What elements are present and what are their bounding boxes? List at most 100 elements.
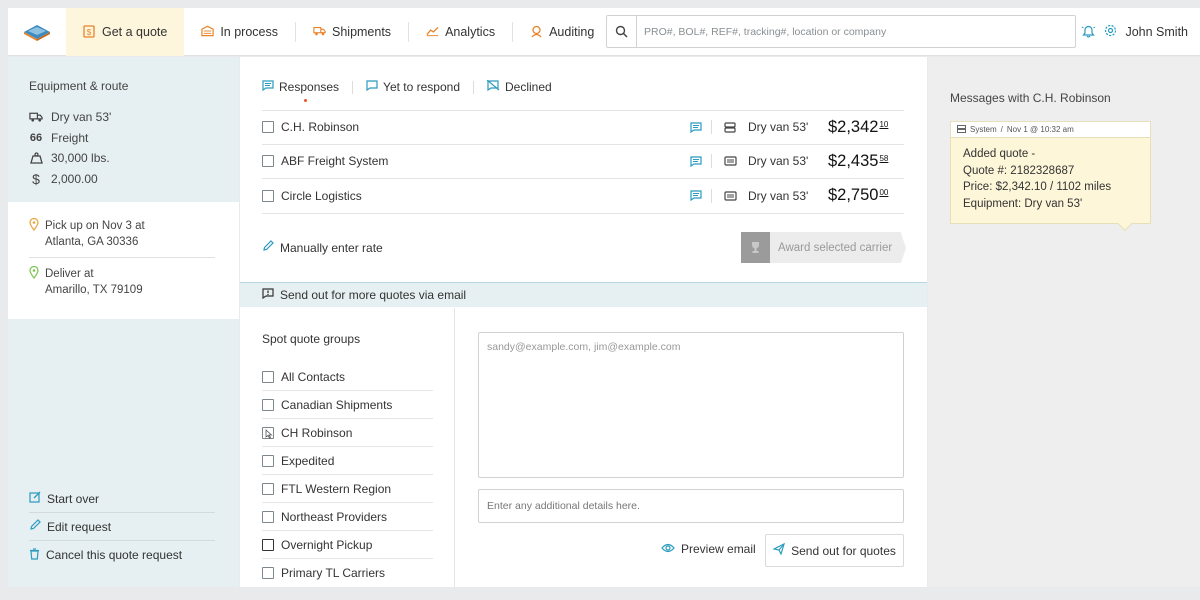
preview-email-link[interactable]: Preview email (661, 542, 756, 556)
delivery-location: Deliver at Amarillo, TX 79109 (29, 265, 239, 298)
group-label: Northeast Providers (281, 509, 388, 524)
response-tabs: Responses Yet to respond Declined (262, 79, 565, 102)
start-over-link[interactable]: Start over (29, 485, 215, 513)
spot-group-item[interactable]: Primary TL Carriers (262, 559, 433, 587)
additional-details-input[interactable] (478, 489, 904, 523)
logo-icon (24, 24, 50, 41)
group-label: All Contacts (281, 369, 346, 384)
nav-get-a-quote[interactable]: $ Get a quote (66, 7, 185, 56)
pencil-icon (29, 519, 41, 534)
award-selected-carrier-button[interactable]: Award selected carrier (741, 232, 907, 263)
freight-quote-icon: 66 (29, 131, 43, 144)
pickup-address: Atlanta, GA 30336 (45, 236, 139, 248)
search-input[interactable] (637, 25, 1057, 38)
location-pin-icon (29, 265, 39, 298)
trash-icon (29, 547, 40, 563)
weight-icon (29, 152, 43, 164)
carrier-checkbox[interactable] (262, 189, 274, 202)
truck-icon (313, 25, 326, 38)
group-checkbox[interactable] (262, 370, 274, 383)
send-out-for-quotes-button[interactable]: Send out for quotes (765, 534, 904, 567)
group-checkbox[interactable] (262, 398, 274, 411)
action-label: Cancel this quote request (46, 548, 183, 562)
server-icon (712, 122, 748, 133)
logo[interactable] (8, 8, 66, 56)
carrier-checkbox[interactable] (262, 121, 274, 134)
nav-in-process[interactable]: In process (184, 8, 295, 56)
price-dollars: $2,750 (828, 186, 879, 205)
group-checkbox[interactable] (262, 567, 274, 579)
message-line: Added quote - (963, 148, 1036, 160)
nav-label: Shipments (332, 24, 392, 39)
spot-group-item[interactable]: Expedited (262, 447, 433, 475)
pencil-icon (262, 240, 274, 255)
price-cents: 00 (879, 188, 889, 198)
group-checkbox[interactable] (262, 538, 274, 551)
notification-bell-icon[interactable] (1081, 24, 1096, 41)
search-icon[interactable] (607, 16, 637, 47)
message-line: Quote #: 2182328687 (963, 164, 1075, 177)
tab-responses[interactable]: Responses (262, 80, 352, 102)
tab-label: Responses (279, 80, 340, 94)
user-area: John Smith (1081, 8, 1188, 56)
equipment-row: Dry van 53' (29, 107, 239, 128)
action-label: Start over (47, 491, 100, 506)
message-header: System / Nov 1 @ 10:32 am (951, 122, 1150, 138)
carrier-responses-list: C.H. Robinson Dry van 53' $2,342 10 ABF … (262, 110, 904, 214)
warehouse-icon (201, 25, 215, 38)
group-checkbox[interactable] (262, 510, 274, 523)
equipment-type: Dry van 53' (51, 110, 112, 125)
search-box (606, 15, 1076, 48)
header-separator: / (1000, 125, 1003, 134)
cursor-icon (265, 428, 273, 439)
eye-icon (661, 542, 675, 556)
user-name[interactable]: John Smith (1125, 25, 1188, 39)
spot-group-item[interactable]: Overnight Pickup (262, 531, 433, 559)
edit-square-icon (29, 491, 41, 506)
spot-group-item[interactable]: All Contacts (262, 363, 433, 391)
tab-declined[interactable]: Declined (474, 79, 565, 94)
group-checkbox[interactable] (262, 426, 274, 439)
carrier-row: C.H. Robinson Dry van 53' $2,342 10 (262, 110, 904, 145)
tab-yet-to-respond[interactable]: Yet to respond (353, 80, 473, 94)
spot-group-item[interactable]: FTL Western Region (262, 475, 433, 503)
message-icon[interactable] (681, 156, 711, 167)
audit-icon (530, 25, 543, 38)
nav-label: Analytics (445, 24, 496, 39)
manually-enter-rate-link[interactable]: Manually enter rate (262, 240, 383, 255)
spot-group-item[interactable]: Canadian Shipments (262, 391, 433, 419)
nav-analytics[interactable]: Analytics (409, 8, 512, 56)
message-icon[interactable] (681, 122, 711, 133)
message-time: Nov 1 @ 10:32 am (1006, 125, 1074, 134)
server-icon (957, 124, 966, 135)
route-section: Pick up on Nov 3 at Atlanta, GA 30336 De… (8, 202, 239, 319)
group-checkbox[interactable] (262, 482, 274, 495)
email-recipients-textarea[interactable] (478, 332, 904, 478)
edit-request-link[interactable]: Edit request (29, 513, 215, 541)
group-label: Primary TL Carriers (281, 566, 386, 580)
freight-type: Freight (51, 130, 89, 145)
preview-label: Preview email (681, 542, 756, 556)
carrier-price: $2,342 10 (828, 118, 888, 137)
send-label: Send out for quotes (791, 543, 896, 558)
email-quotes-bar[interactable]: Send out for more quotes via email (240, 282, 927, 307)
manual-rate-label: Manually enter rate (280, 240, 383, 255)
gear-icon[interactable] (1104, 24, 1117, 40)
carrier-row: Circle Logistics Dry van 53' $2,750 00 (262, 179, 904, 214)
carrier-checkbox[interactable] (262, 155, 274, 168)
pickup-date: Pick up on Nov 3 at (45, 220, 145, 232)
cancel-quote-link[interactable]: Cancel this quote request (29, 541, 215, 569)
nav-shipments[interactable]: Shipments (296, 8, 408, 56)
nav-auditing[interactable]: Auditing (513, 8, 611, 56)
messages-panel: Messages with C.H. Robinson System / Nov… (928, 57, 1200, 587)
messages-title: Messages with C.H. Robinson (950, 91, 1111, 105)
group-checkbox[interactable] (262, 454, 274, 467)
quotes-panel: Responses Yet to respond Declined C.H. R… (240, 57, 927, 587)
spot-groups-title: Spot quote groups (262, 332, 361, 346)
message-icon[interactable] (681, 190, 711, 202)
group-label: Overnight Pickup (281, 537, 373, 552)
spot-group-item[interactable]: Northeast Providers (262, 503, 433, 531)
chart-icon (426, 25, 439, 38)
spot-group-item[interactable]: CH Robinson (262, 419, 433, 447)
carrier-row: ABF Freight System Dry van 53' $2,435 58 (262, 145, 904, 179)
